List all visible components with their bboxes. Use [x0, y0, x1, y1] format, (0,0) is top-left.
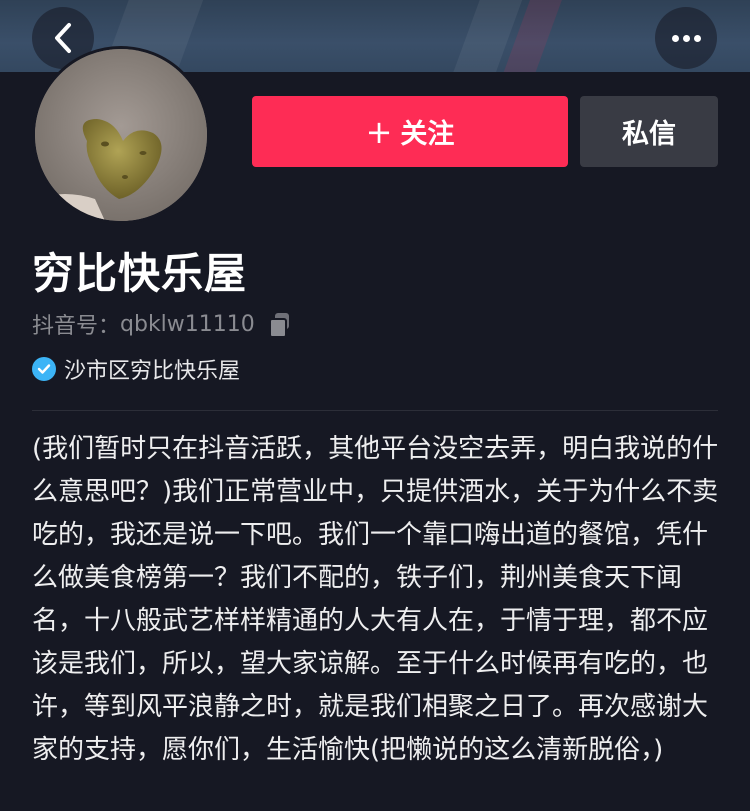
- profile-page: + 关注 私信 穷比快乐屋 抖音号： qbklw11110 沙市区穷比快乐屋 (…: [0, 0, 750, 811]
- message-label: 私信: [622, 119, 676, 150]
- message-button[interactable]: 私信: [580, 96, 718, 167]
- verification-text: 沙市区穷比快乐屋: [64, 359, 241, 384]
- more-dots-icon: [671, 34, 701, 42]
- copy-icon[interactable]: [267, 312, 291, 338]
- verification-row: 沙市区穷比快乐屋: [32, 353, 240, 385]
- profile-bio: (我们暂时只在抖音活跃，其他平台没空去弄，明白我说的什么意思吧？)我们正常营业中…: [32, 434, 719, 765]
- avatar-image: [35, 49, 207, 221]
- chevron-left-icon: [55, 23, 71, 53]
- follow-label: 关注: [400, 119, 455, 150]
- plus-icon: +: [365, 112, 393, 151]
- verified-check-icon: [32, 357, 56, 381]
- divider: [32, 410, 718, 411]
- avatar[interactable]: [32, 46, 210, 224]
- follow-button[interactable]: + 关注: [252, 96, 568, 167]
- account-prefix: 抖音号：: [32, 314, 121, 339]
- more-button[interactable]: [655, 7, 717, 69]
- account-id-row: 抖音号： qbklw11110: [32, 308, 291, 340]
- account-id: qbklw11110: [120, 311, 255, 337]
- profile-name: 穷比快乐屋: [32, 249, 248, 298]
